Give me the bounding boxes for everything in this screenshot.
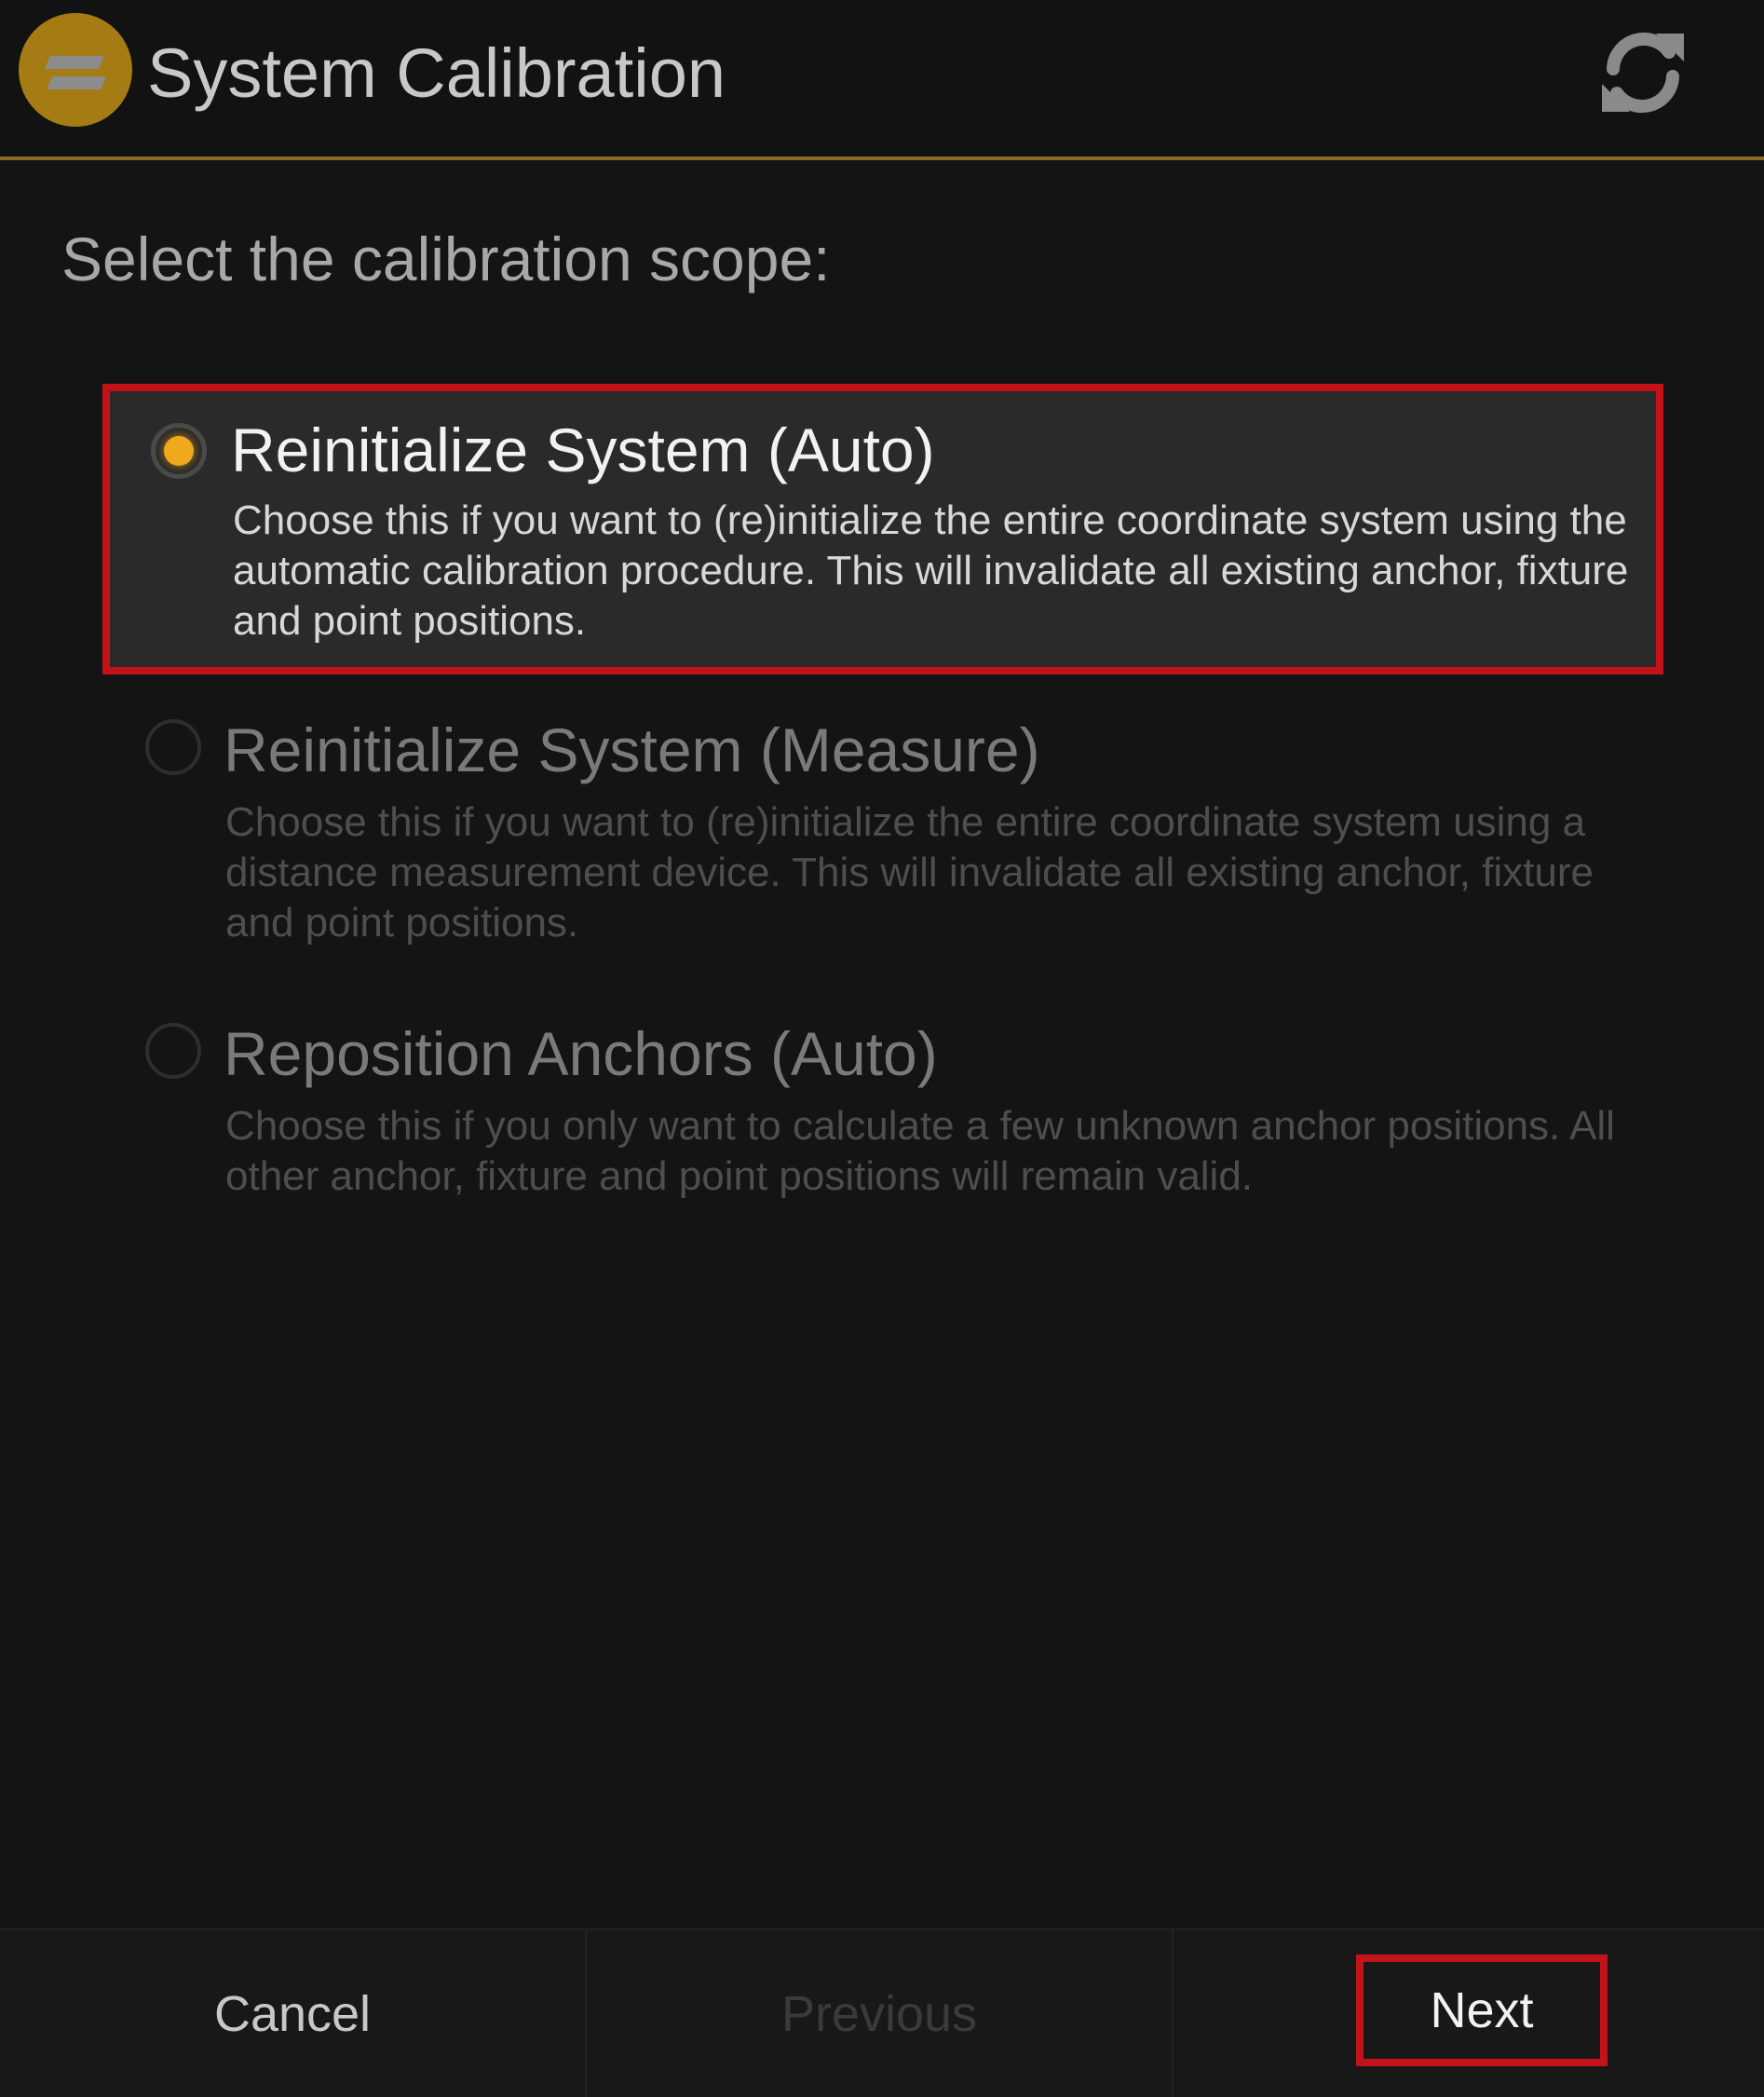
option-title: Reinitialize System (Measure)	[224, 715, 1040, 784]
calibration-dialog: System Calibration Select the calibratio…	[0, 0, 1764, 2097]
option-description: Choose this if you want to (re)initializ…	[233, 497, 1629, 644]
option-title: Reinitialize System (Auto)	[231, 415, 935, 484]
previous-button[interactable]: Previous	[587, 1930, 1174, 2097]
option-description: Choose this if you only want to calculat…	[225, 1103, 1615, 1199]
option-title: Reposition Anchors (Auto)	[224, 1019, 938, 1088]
option-reposition-anchors[interactable]: Reposition Anchors (Auto) Choose this if…	[102, 1001, 1663, 1224]
option-reinitialize-auto[interactable]: Reinitialize System (Auto) Choose this i…	[102, 384, 1663, 674]
next-button[interactable]: Next	[1356, 1954, 1608, 2066]
radio-button-selected[interactable]	[151, 423, 207, 479]
option-description: Choose this if you want to (re)initializ…	[225, 799, 1594, 946]
cancel-button[interactable]: Cancel	[0, 1930, 587, 2097]
scope-prompt: Select the calibration scope:	[61, 225, 831, 293]
refresh-icon	[1602, 32, 1684, 114]
app-logo-icon	[19, 13, 132, 127]
radio-button[interactable]	[145, 1023, 201, 1079]
window-title: System Calibration	[147, 34, 726, 112]
option-reinitialize-measure[interactable]: Reinitialize System (Measure) Choose thi…	[102, 697, 1663, 976]
title-bar: System Calibration	[0, 0, 1764, 160]
refresh-button[interactable]	[1591, 20, 1695, 125]
radio-dot-icon	[164, 436, 194, 466]
radio-button[interactable]	[145, 719, 201, 775]
